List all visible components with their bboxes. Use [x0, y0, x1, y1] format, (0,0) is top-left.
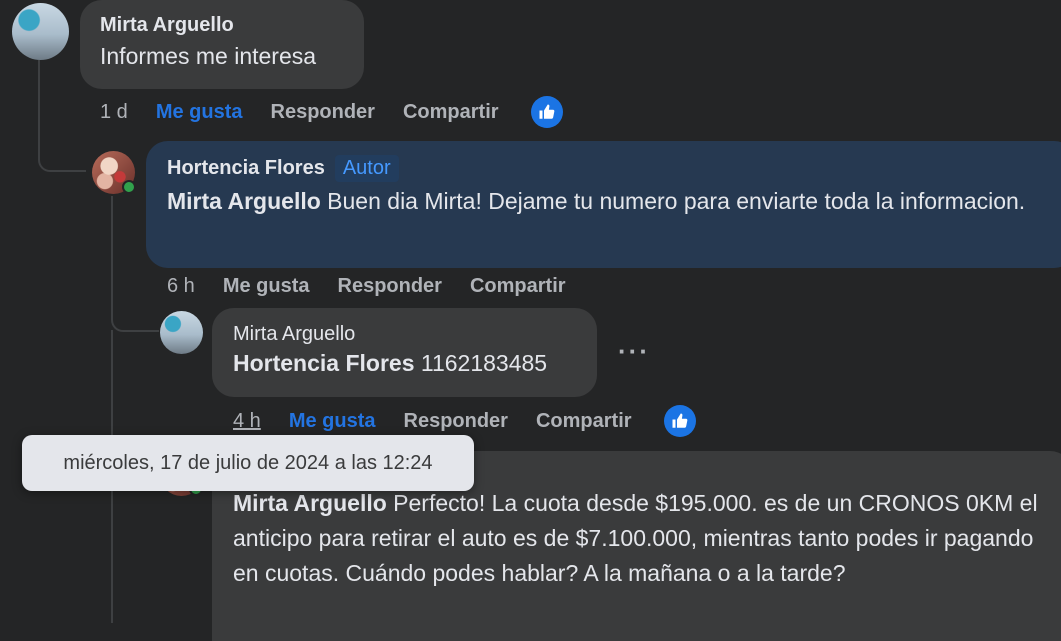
comment-author[interactable]: Mirta Arguello [233, 323, 576, 346]
online-status-indicator [122, 180, 136, 194]
mention-link[interactable]: Hortencia Flores [233, 350, 415, 376]
comment-text: Hortencia Flores 1162183485 [233, 350, 548, 376]
comment-actions: 6 h Me gusta Responder Compartir [167, 270, 594, 302]
mention-link[interactable]: Mirta Arguello [233, 490, 387, 516]
like-button[interactable]: Me gusta [156, 101, 243, 124]
reply-button[interactable]: Responder [271, 101, 375, 124]
avatar[interactable] [12, 3, 69, 60]
like-button[interactable]: Me gusta [223, 275, 310, 298]
mention-link[interactable]: Mirta Arguello [167, 188, 321, 214]
comment-actions: 4 h Me gusta Responder Compartir [233, 404, 724, 438]
share-button[interactable]: Compartir [536, 410, 632, 433]
thumbs-up-icon[interactable] [530, 96, 563, 128]
more-options-icon[interactable]: ··· [618, 336, 650, 367]
comment-timestamp[interactable]: 6 h [167, 275, 195, 298]
comment-author[interactable]: Hortencia Flores [167, 157, 325, 180]
share-button[interactable]: Compartir [470, 275, 566, 298]
comment-bubble-highlighted: Hortencia Flores Autor Mirta Arguello Bu… [146, 141, 1061, 268]
thumbs-up-icon[interactable] [663, 405, 696, 437]
reply-button[interactable]: Responder [404, 410, 508, 433]
author-badge: Autor [334, 155, 399, 182]
thread-line [38, 60, 86, 172]
comment-author[interactable]: Mirta Arguello [100, 14, 344, 37]
comment-bubble: Mirta Arguello Hortencia Flores 11621834… [212, 308, 597, 397]
avatar[interactable] [160, 311, 203, 354]
comment-timestamp[interactable]: 1 d [100, 101, 128, 124]
comment-bubble: Mirta Arguello Informes me interesa [80, 0, 364, 89]
comment-text: Mirta Arguello Perfecto! La cuota desde … [233, 490, 1038, 586]
comment-text: Mirta Arguello Buen dia Mirta! Dejame tu… [167, 188, 1026, 214]
timestamp-tooltip: miércoles, 17 de julio de 2024 a las 12:… [22, 435, 474, 491]
comment-timestamp[interactable]: 4 h [233, 410, 261, 433]
share-button[interactable]: Compartir [403, 101, 499, 124]
comment-actions: 1 d Me gusta Responder Compartir [100, 95, 591, 129]
comment-text: Informes me interesa [100, 43, 317, 69]
reply-button[interactable]: Responder [338, 275, 442, 298]
like-button[interactable]: Me gusta [289, 410, 376, 433]
